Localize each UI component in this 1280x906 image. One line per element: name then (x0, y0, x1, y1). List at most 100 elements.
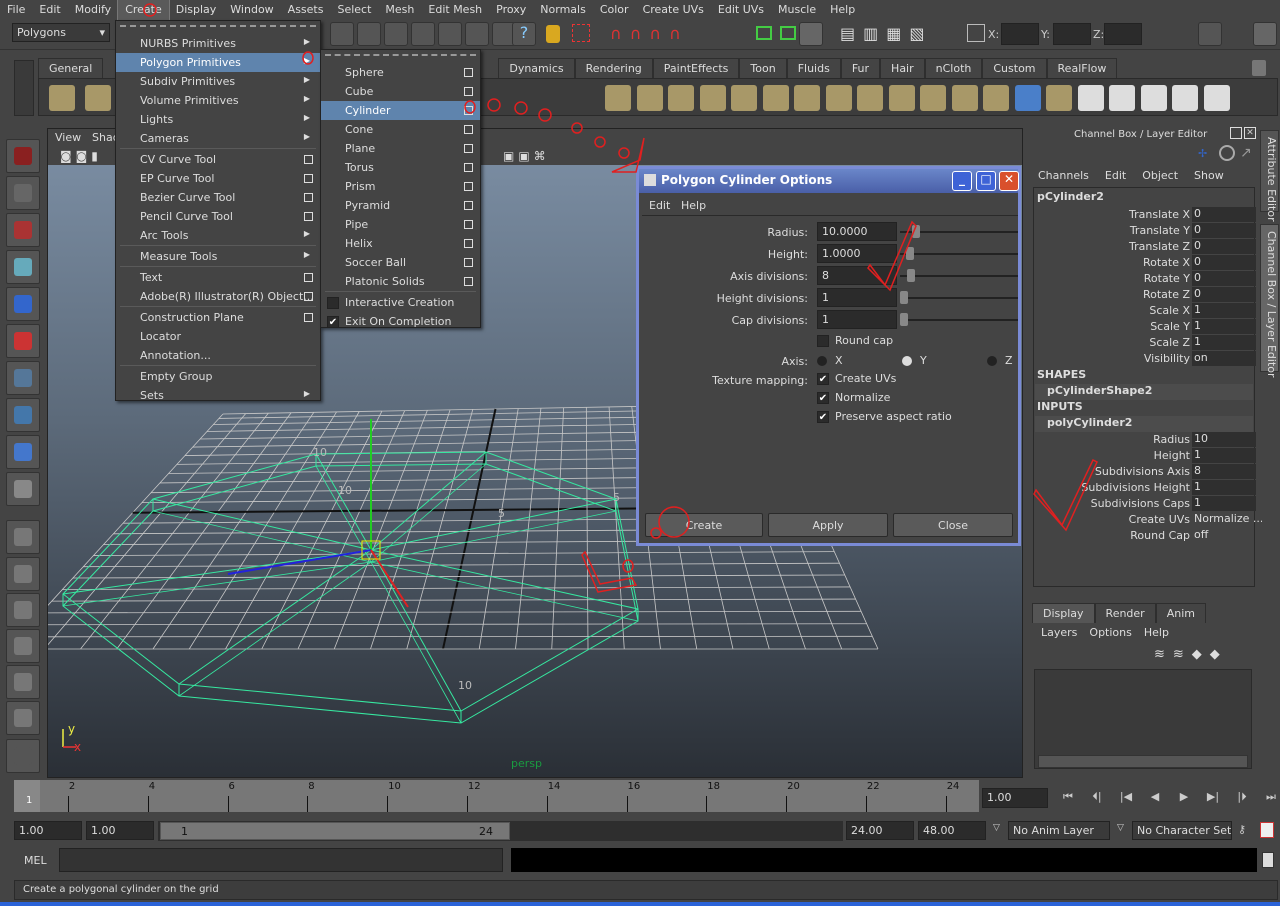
close-icon[interactable]: ✕ (1244, 127, 1256, 139)
channel-header[interactable]: INPUTS (1035, 400, 1253, 416)
insert-edge-loop-icon[interactable] (857, 85, 883, 111)
axis-radio-z[interactable]: Z (987, 354, 1013, 367)
menu-item-lights[interactable]: Lights ▶ (116, 110, 320, 129)
step-back-frame-icon[interactable]: ⏴| (1089, 790, 1105, 808)
channel-name[interactable]: Rotate Y (1144, 272, 1190, 285)
tab-ncloth[interactable]: nCloth (924, 58, 983, 78)
command-input[interactable] (59, 848, 503, 872)
show-manipulator-tool-button[interactable] (6, 435, 40, 469)
radio-icon[interactable] (987, 356, 997, 366)
channel-name[interactable]: Translate X (1129, 208, 1190, 221)
menu-color[interactable]: Color (593, 0, 636, 20)
anim-layer-dropdown[interactable]: No Anim Layer (1008, 821, 1110, 840)
channel-value[interactable]: 0 (1192, 223, 1256, 238)
float-icon[interactable] (1230, 127, 1242, 139)
key-icon[interactable]: ⚷ (1238, 823, 1246, 836)
channel-create-uvs[interactable]: Create UVs Normalize ... (1038, 512, 1262, 528)
channel-name[interactable]: Scale Z (1149, 336, 1190, 349)
menu-item-arc-tools[interactable]: Arc Tools ▶ (116, 226, 320, 245)
channel-menu-edit[interactable]: Edit (1105, 169, 1126, 182)
scale-tool-button[interactable] (6, 324, 40, 358)
channel-value[interactable]: 8 (1192, 464, 1256, 479)
move-tool-button[interactable] (6, 250, 40, 284)
axis-divisions-slider-handle[interactable] (907, 269, 916, 282)
checkbox-checked-icon[interactable]: ✔ (817, 411, 829, 423)
start-time-field[interactable]: 1.00 (14, 821, 82, 840)
height-divisions-slider-handle[interactable] (900, 291, 908, 304)
menu-display[interactable]: Display (169, 0, 224, 20)
height-divisions-slider-track[interactable] (900, 297, 1018, 299)
channel-header[interactable]: SHAPES (1035, 368, 1253, 384)
menu-item-nurbs-primitives[interactable]: NURBS Primitives ▶ (116, 34, 320, 53)
combine-icon[interactable] (605, 85, 631, 111)
channel-name[interactable]: Scale Y (1150, 320, 1190, 333)
tab-fluids[interactable]: Fluids (786, 58, 841, 78)
play-forwards-icon[interactable]: ▶ (1176, 790, 1192, 808)
axis-radio-y[interactable]: Y (902, 354, 927, 367)
height-slider-handle[interactable] (905, 247, 914, 260)
menu-item-platonic-solids[interactable]: Platonic Solids (321, 272, 480, 291)
select-curve-icon[interactable] (384, 22, 408, 46)
option-box-icon[interactable] (464, 220, 473, 229)
menu-item-sphere[interactable]: Sphere (321, 63, 480, 82)
channel-header[interactable]: pCylinderShape2 (1035, 384, 1253, 400)
menu-edit-mesh[interactable]: Edit Mesh (421, 0, 489, 20)
menu-create[interactable]: Create (117, 0, 170, 21)
channel-name[interactable]: Round Cap (1130, 529, 1190, 542)
channel-value[interactable]: 1 (1192, 319, 1256, 334)
uv-texture-editor-icon[interactable] (1203, 85, 1230, 111)
script-editor-icon[interactable] (1262, 852, 1274, 868)
channel-value[interactable]: 1 (1192, 496, 1256, 511)
bridge-icon[interactable] (920, 85, 946, 111)
channel-name[interactable]: Translate Z (1129, 240, 1190, 253)
last-tool-used-button[interactable] (6, 472, 40, 506)
menu-item-torus[interactable]: Torus (321, 158, 480, 177)
cap-divisions-slider-handle[interactable] (900, 313, 908, 326)
single-pane-layout-button[interactable] (6, 520, 40, 554)
channel-name[interactable]: Visibility (1144, 352, 1190, 365)
tab-rendering[interactable]: Rendering (574, 58, 653, 78)
select-dynamics-icon[interactable] (465, 22, 489, 46)
step-forward-frame-icon[interactable]: |⏵ (1234, 790, 1250, 808)
cut-faces-icon[interactable] (983, 85, 1009, 111)
tool-settings-icon[interactable] (1226, 22, 1250, 46)
option-box-icon[interactable] (464, 182, 473, 191)
option-box-icon[interactable] (304, 155, 313, 164)
paint-brush-button[interactable] (6, 739, 40, 773)
height-slider-track[interactable] (900, 253, 1018, 255)
channel-name[interactable]: Translate Y (1130, 224, 1190, 237)
channel-name[interactable]: Subdivisions Caps (1091, 497, 1190, 510)
menu-item-pipe[interactable]: Pipe (321, 215, 480, 234)
rotate-tool-button[interactable] (6, 287, 40, 321)
option-box-icon[interactable] (464, 258, 473, 267)
menu-file[interactable]: File (0, 0, 32, 20)
menu-item-plane[interactable]: Plane (321, 139, 480, 158)
menu-item-soccer-ball[interactable]: Soccer Ball (321, 253, 480, 272)
extract-icon[interactable] (668, 85, 694, 111)
universal-manipulator-button[interactable] (6, 361, 40, 395)
tear-off-handle[interactable] (120, 25, 316, 34)
channel-name[interactable]: Subdivisions Height (1081, 481, 1190, 494)
channel-value[interactable]: 1 (1192, 303, 1256, 318)
select-tool-button[interactable] (6, 139, 40, 173)
menu-item-ep-curve-tool[interactable]: EP Curve Tool (116, 169, 320, 188)
channel-value[interactable]: off (1192, 528, 1262, 543)
hypershade-persp-layout-button[interactable] (6, 665, 40, 699)
current-time-field[interactable]: 1.00 (982, 788, 1048, 808)
channel-subdivisions-height[interactable]: Subdivisions Height 1 (1038, 480, 1256, 496)
tab-realflow[interactable]: RealFlow (1046, 58, 1118, 78)
height-divisions-field[interactable]: 1 (817, 288, 897, 307)
option-box-icon[interactable] (304, 212, 313, 221)
menu-item-cylinder[interactable]: Cylinder (321, 101, 480, 120)
channel-translate-z[interactable]: Translate Z0 (1038, 239, 1256, 255)
y-field[interactable] (1053, 23, 1091, 45)
animation-preferences-icon[interactable] (1260, 822, 1274, 838)
channel-scale-z[interactable]: Scale Z1 (1038, 335, 1256, 351)
x-field[interactable] (1001, 23, 1039, 45)
channel-value[interactable]: 1 (1192, 335, 1256, 350)
channel-radius[interactable]: Radius 10 (1038, 432, 1256, 448)
input-connections-icon[interactable] (756, 26, 772, 40)
close-icon[interactable]: ✕ (999, 171, 1019, 191)
option-box-icon[interactable] (464, 106, 473, 115)
highlight-selection-icon[interactable] (572, 24, 590, 42)
